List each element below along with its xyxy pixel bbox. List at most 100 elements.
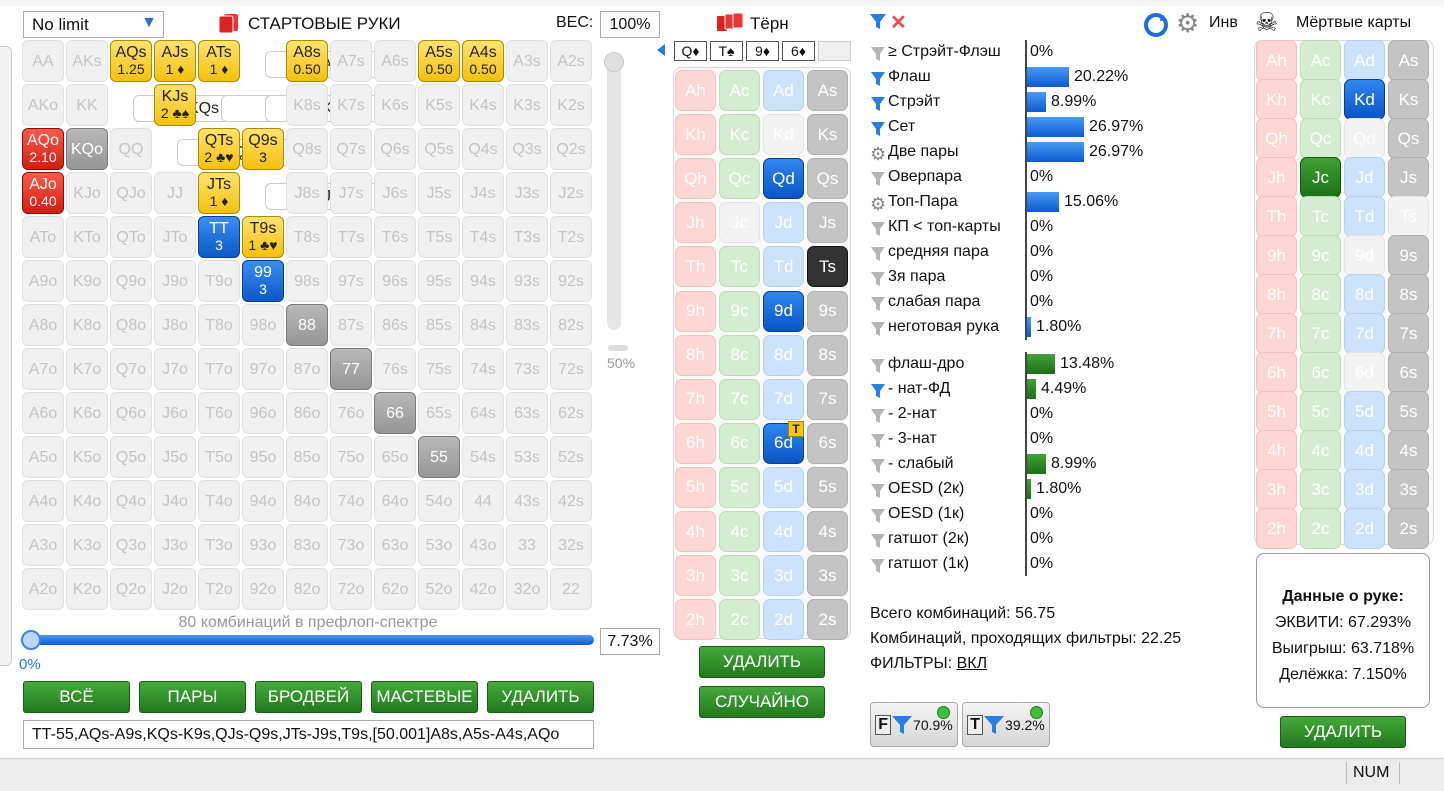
turn-card[interactable]: Qd (763, 158, 804, 200)
hand-cell[interactable]: 82s (550, 304, 592, 346)
dead-card[interactable]: Jh (1256, 157, 1297, 198)
dead-card[interactable]: Td (1344, 196, 1385, 237)
hand-cell[interactable]: J9o (154, 260, 196, 302)
dead-card[interactable]: 3s (1388, 469, 1429, 510)
hand-cell[interactable]: K9o (66, 260, 108, 302)
hand-cell[interactable]: T8s (286, 216, 328, 258)
hand-cell[interactable]: K2o (66, 568, 108, 610)
delete-range-button[interactable]: УДАЛИТЬ (487, 681, 594, 713)
hand-cell[interactable]: 65s (418, 392, 460, 434)
turn-card[interactable]: Tc (719, 246, 760, 288)
hand-cell[interactable]: A9o (22, 260, 64, 302)
hand-cell[interactable]: K6s (374, 84, 416, 126)
hand-cell[interactable]: 93s (506, 260, 548, 302)
hand-cell[interactable]: T9o (198, 260, 240, 302)
turn-card[interactable]: 7h (675, 378, 716, 420)
funnel-icon[interactable] (870, 320, 886, 343)
dead-card[interactable]: 8c (1300, 274, 1341, 315)
hand-cell[interactable]: 63s (506, 392, 548, 434)
turn-card[interactable]: 7c (719, 378, 760, 420)
hand-cell[interactable]: J2o (154, 568, 196, 610)
hand-cell[interactable]: TT 3 (198, 216, 240, 258)
dead-card[interactable]: Jd (1344, 157, 1385, 198)
hand-cell[interactable]: QJo (110, 172, 152, 214)
hand-cell[interactable]: 75s (418, 348, 460, 390)
hand-cell[interactable]: A3s (506, 40, 548, 82)
turn-card[interactable]: 9d (763, 290, 804, 332)
turn-card[interactable]: 4s (807, 511, 848, 552)
board-card-3[interactable]: 9♦ (746, 41, 779, 61)
dead-card[interactable]: 7c (1300, 313, 1341, 354)
hand-cell[interactable]: A7o (22, 348, 64, 390)
hand-cell[interactable]: T2o (198, 568, 240, 610)
hand-cell[interactable]: AJo 0.40 (22, 172, 64, 214)
dead-card[interactable]: 6h (1256, 352, 1297, 393)
turn-card[interactable]: Kc (719, 114, 760, 156)
dead-card[interactable]: Th (1256, 196, 1297, 237)
hand-cell[interactable]: K3o (66, 524, 108, 566)
random-button[interactable]: СЛУЧАЙНО (699, 686, 825, 718)
dead-card[interactable]: 7s (1388, 313, 1429, 354)
hand-cell[interactable]: T9s 1 ♣♥ (242, 216, 284, 258)
hand-cell[interactable]: QTo (110, 216, 152, 258)
hand-cell[interactable]: 33 (506, 524, 548, 566)
hand-cell[interactable]: A2s (550, 40, 592, 82)
hand-cell[interactable]: 54o (418, 480, 460, 522)
hand-cell[interactable]: Q8s (286, 128, 328, 170)
hand-cell[interactable]: A6s (374, 40, 416, 82)
dead-card[interactable]: 9h (1256, 235, 1297, 276)
dead-card[interactable]: 3c (1300, 469, 1341, 510)
hand-cell[interactable]: 74o (330, 480, 372, 522)
hand-cell[interactable]: A4s 0.50 (462, 40, 504, 82)
hand-cell[interactable]: T3s (506, 216, 548, 258)
hand-cell[interactable]: AKs (66, 40, 108, 82)
turn-card[interactable]: 9c (719, 290, 760, 332)
turn-card[interactable]: 2c (719, 599, 760, 641)
hand-cell[interactable]: A5s 0.50 (418, 40, 460, 82)
funnel-icon[interactable] (870, 407, 886, 430)
hand-cell[interactable]: 82o (286, 568, 328, 610)
hand-cell[interactable]: J5s (418, 172, 460, 214)
turn-card[interactable]: 9h (675, 290, 716, 332)
range-percent-input[interactable]: 7.73% (600, 628, 660, 655)
dead-card[interactable]: As (1388, 40, 1429, 81)
funnel-icon[interactable] (870, 95, 886, 118)
hand-cell[interactable]: 32s (550, 524, 592, 566)
turn-card[interactable]: Ts (807, 246, 848, 288)
turn-card[interactable]: Qs (807, 158, 848, 200)
hand-cell[interactable]: 53s (506, 436, 548, 478)
turn-card[interactable]: 4c (719, 511, 760, 552)
hand-cell[interactable]: 87s (330, 304, 372, 346)
hand-cell[interactable]: 85s (418, 304, 460, 346)
hand-cell[interactable]: QTs 2 ♣♥ (198, 128, 240, 170)
hand-cell[interactable]: 75o (330, 436, 372, 478)
hand-cell[interactable]: J3s (506, 172, 548, 214)
turn-card[interactable]: 5s (807, 466, 848, 508)
funnel-icon[interactable] (870, 170, 886, 193)
hand-cell[interactable]: T7o (198, 348, 240, 390)
turn-card[interactable]: 3c (719, 555, 760, 597)
hand-cell[interactable]: KTo (66, 216, 108, 258)
hand-cell[interactable]: 54s (462, 436, 504, 478)
hand-cell[interactable]: 94o (242, 480, 284, 522)
hand-cell[interactable]: Q6o (110, 392, 152, 434)
turn-card[interactable]: 2d (763, 599, 804, 641)
hand-cell[interactable]: 92o (242, 568, 284, 610)
hand-cell[interactable]: J8o (154, 304, 196, 346)
hand-cell[interactable]: Q9o (110, 260, 152, 302)
hand-cell[interactable]: Q8o (110, 304, 152, 346)
suited-button[interactable]: МАСТЕВЫЕ (371, 681, 478, 713)
hand-cell[interactable]: 92s (550, 260, 592, 302)
hand-cell[interactable]: T2s (550, 216, 592, 258)
board-card-2[interactable]: T♠ (710, 41, 743, 61)
hand-cell[interactable]: 64o (374, 480, 416, 522)
hand-cell[interactable]: J4s (462, 172, 504, 214)
hand-cell[interactable]: K5s (418, 84, 460, 126)
hand-cell[interactable]: 76o (330, 392, 372, 434)
turn-card[interactable]: Th (675, 246, 716, 288)
hand-cell[interactable]: T8o (198, 304, 240, 346)
funnel-icon[interactable] (870, 70, 886, 93)
hand-cell[interactable]: 72s (550, 348, 592, 390)
hand-cell[interactable]: 97o (242, 348, 284, 390)
hand-cell[interactable]: 42o (462, 568, 504, 610)
